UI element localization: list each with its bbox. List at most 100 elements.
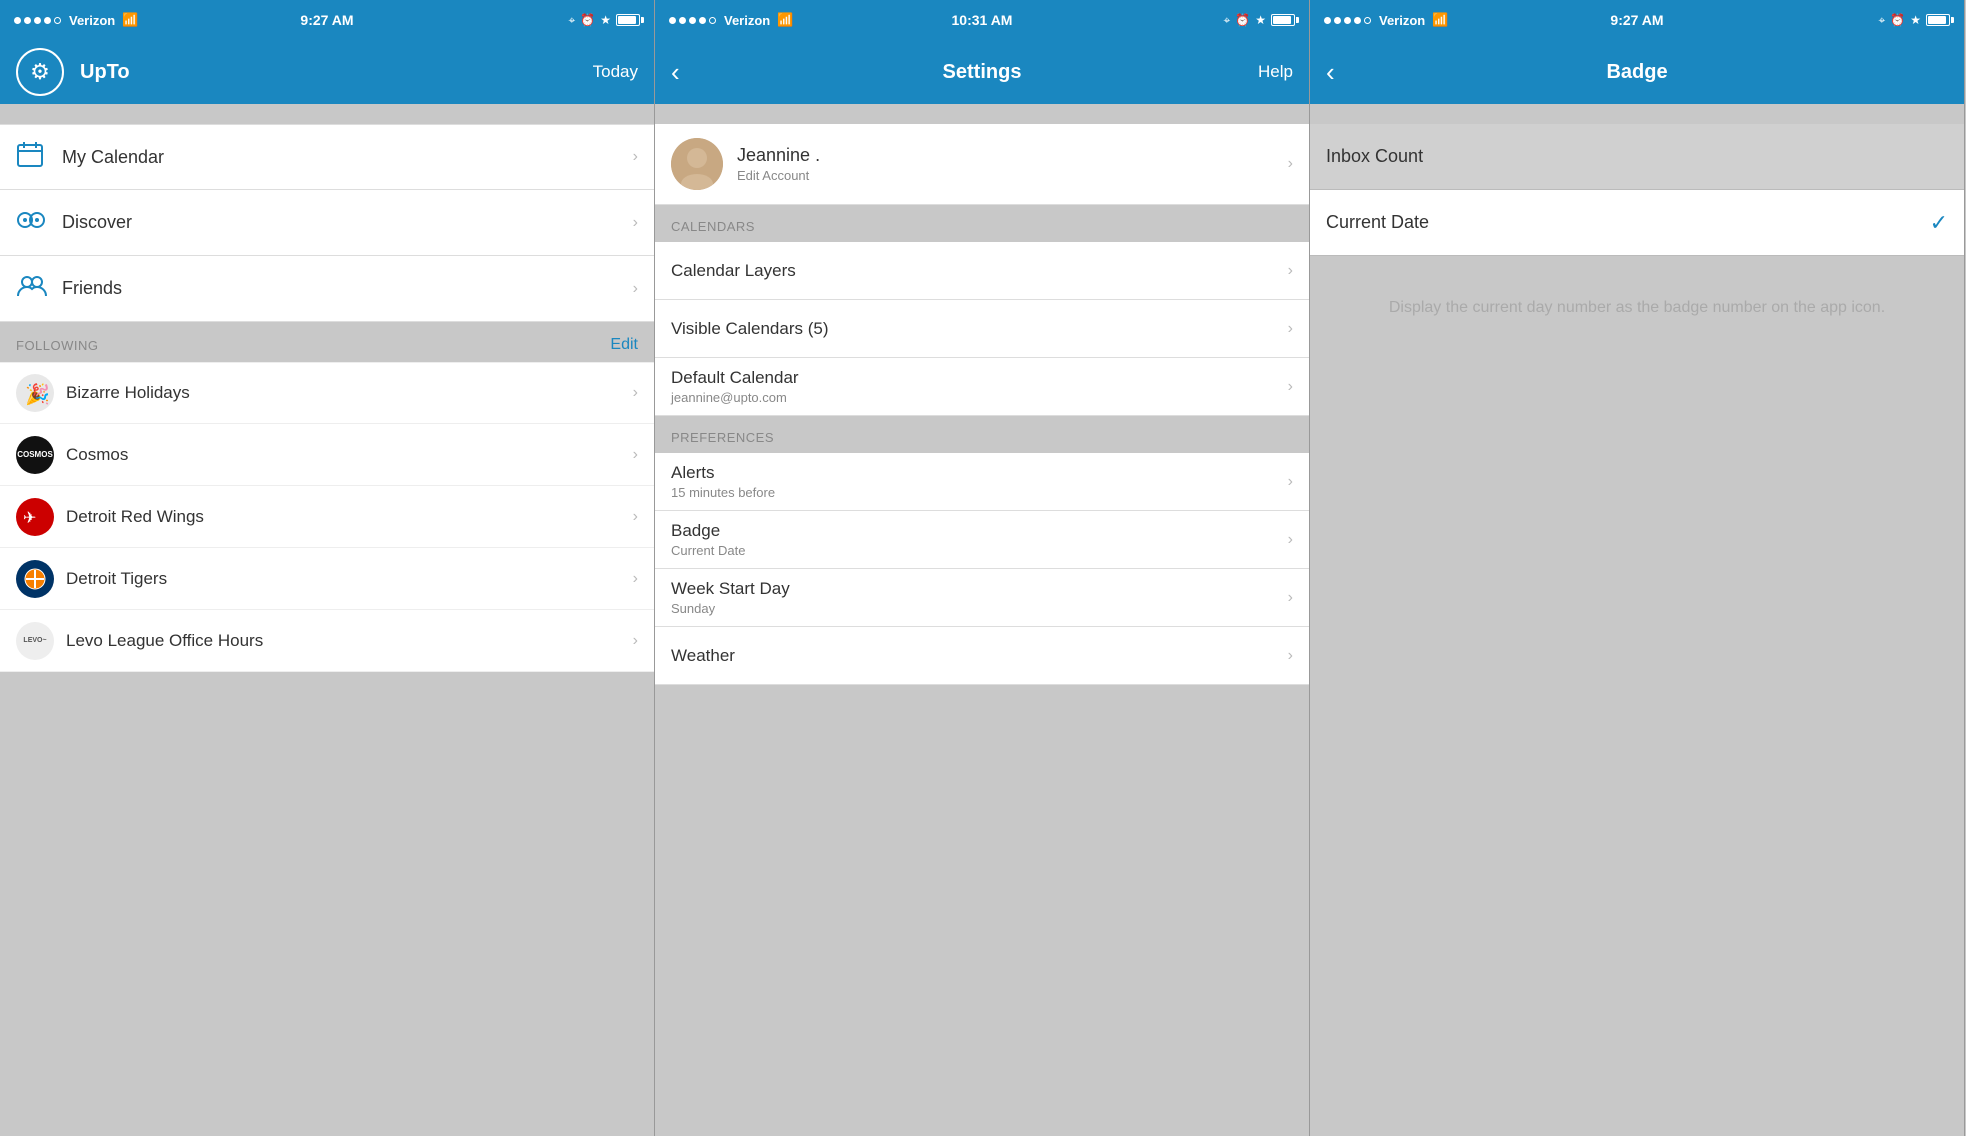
- battery-fill-p1: [618, 16, 636, 24]
- checkmark-icon: ✓: [1930, 210, 1948, 236]
- alarm-icon-p2: ⏰: [1235, 13, 1250, 27]
- follow-item-bizarre[interactable]: 🎉 Bizarre Holidays ›: [0, 362, 654, 424]
- following-list: 🎉 Bizarre Holidays › COSMOS Cosmos › ✈: [0, 362, 654, 672]
- default-calendar-content: Default Calendar jeannine@upto.com: [671, 368, 1288, 405]
- app-title: UpTo: [80, 61, 130, 84]
- left-status-p1: Verizon 📶: [14, 12, 138, 28]
- dot5: [54, 17, 61, 24]
- default-calendar-label: Default Calendar: [671, 368, 1288, 388]
- dot3-p3: [1344, 17, 1351, 24]
- status-bar-p1: Verizon 📶 9:27 AM ⌖ ⏰ ★: [0, 0, 654, 40]
- dot1: [14, 17, 21, 24]
- panel-upto-main: Verizon 📶 9:27 AM ⌖ ⏰ ★ ⚙ UpTo Today: [0, 0, 655, 1136]
- location-icon-p3: ⌖: [1879, 13, 1886, 28]
- weather-item[interactable]: Weather ›: [655, 627, 1309, 685]
- dot1-p2: [669, 17, 676, 24]
- chevron-week-start: ›: [1288, 589, 1293, 607]
- bluetooth-icon-p2: ★: [1255, 13, 1266, 27]
- user-name: Jeannine .: [737, 145, 1288, 166]
- dot2-p3: [1334, 17, 1341, 24]
- preferences-items: Alerts 15 minutes before › Badge Current…: [655, 453, 1309, 685]
- alarm-icon-p3: ⏰: [1890, 13, 1905, 27]
- right-status-p3: ⌖ ⏰ ★: [1879, 13, 1950, 28]
- calendar-layers-item[interactable]: Calendar Layers ›: [655, 242, 1309, 300]
- right-status-p2: ⌖ ⏰ ★: [1224, 13, 1295, 28]
- bluetooth-icon-p1: ★: [600, 13, 611, 27]
- calendar-layers-label: Calendar Layers: [671, 261, 1288, 281]
- time-p2: 10:31 AM: [952, 12, 1013, 28]
- chevron-tigers: ›: [633, 570, 638, 588]
- follow-item-cosmos[interactable]: COSMOS Cosmos ›: [0, 424, 654, 486]
- dot5-p3: [1364, 17, 1371, 24]
- left-status-p2: Verizon 📶: [669, 12, 793, 28]
- bluetooth-icon-p3: ★: [1910, 13, 1921, 27]
- friends-icon: [16, 275, 52, 303]
- chevron-user: ›: [1288, 155, 1293, 173]
- user-row[interactable]: Jeannine . Edit Account ›: [655, 124, 1309, 205]
- calendars-section-header: CALENDARS: [655, 205, 1309, 242]
- friends-item[interactable]: Friends ›: [0, 256, 654, 322]
- follow-item-red-wings[interactable]: ✈ Detroit Red Wings ›: [0, 486, 654, 548]
- calendar-icon: [16, 140, 52, 174]
- back-button-p2[interactable]: ‹: [671, 59, 680, 85]
- user-sub: Edit Account: [737, 168, 1288, 183]
- user-info: Jeannine . Edit Account: [737, 145, 1288, 183]
- avatar-bizarre: 🎉: [16, 374, 54, 412]
- nav-bar-p3: ‹ Badge: [1310, 40, 1964, 104]
- battery-fill-p3: [1928, 16, 1946, 24]
- chevron-discover: ›: [633, 214, 638, 232]
- time-p3: 9:27 AM: [1610, 12, 1663, 28]
- visible-calendars-label: Visible Calendars (5): [671, 319, 1288, 339]
- battery-p1: [616, 14, 640, 26]
- dot2-p2: [679, 17, 686, 24]
- chevron-badge: ›: [1288, 531, 1293, 549]
- follow-item-levo[interactable]: LEVO~ Levo League Office Hours ›: [0, 610, 654, 672]
- dot3-p2: [689, 17, 696, 24]
- main-content-p1: My Calendar › Discover ›: [0, 104, 654, 1136]
- avatar-detroit-rw: ✈: [16, 498, 54, 536]
- chevron-default-calendar: ›: [1288, 378, 1293, 396]
- chevron-weather: ›: [1288, 647, 1293, 665]
- dot2: [24, 17, 31, 24]
- nav-bar-p1: ⚙ UpTo Today: [0, 40, 654, 104]
- visible-calendars-content: Visible Calendars (5): [671, 319, 1288, 339]
- current-date-item[interactable]: Current Date ✓: [1310, 190, 1964, 256]
- chevron-bizarre: ›: [633, 384, 638, 402]
- badge-item-settings[interactable]: Badge Current Date ›: [655, 511, 1309, 569]
- alerts-content: Alerts 15 minutes before: [671, 463, 1288, 500]
- discover-item[interactable]: Discover ›: [0, 190, 654, 256]
- wifi-icon-p1: 📶: [122, 12, 138, 28]
- today-button[interactable]: Today: [593, 62, 638, 82]
- default-calendar-item[interactable]: Default Calendar jeannine@upto.com ›: [655, 358, 1309, 416]
- follow-item-tigers[interactable]: Detroit Tigers ›: [0, 548, 654, 610]
- battery-p3: [1926, 14, 1950, 26]
- wifi-icon-p3: 📶: [1432, 12, 1448, 28]
- status-bar-p2: Verizon 📶 10:31 AM ⌖ ⏰ ★: [655, 0, 1309, 40]
- alerts-item[interactable]: Alerts 15 minutes before ›: [655, 453, 1309, 511]
- panel-settings: Verizon 📶 10:31 AM ⌖ ⏰ ★ ‹ Settings Help: [655, 0, 1310, 1136]
- dot4: [44, 17, 51, 24]
- inbox-count-item[interactable]: Inbox Count: [1310, 124, 1964, 190]
- edit-button[interactable]: Edit: [610, 336, 638, 354]
- dot3: [34, 17, 41, 24]
- settings-content: Jeannine . Edit Account › CALENDARS Cale…: [655, 104, 1309, 1136]
- signal-dots: [14, 17, 61, 24]
- badge-description-text: Display the current day number as the ba…: [1389, 299, 1885, 316]
- back-button-p3[interactable]: ‹: [1326, 59, 1335, 85]
- preferences-section-header: PREFERENCES: [655, 416, 1309, 453]
- avatar-cosmos: COSMOS: [16, 436, 54, 474]
- badge-content: Badge Current Date: [671, 521, 1288, 558]
- calendars-items: Calendar Layers › Visible Calendars (5) …: [655, 242, 1309, 416]
- visible-calendars-item[interactable]: Visible Calendars (5) ›: [655, 300, 1309, 358]
- weather-content: Weather: [671, 646, 1288, 666]
- week-start-content: Week Start Day Sunday: [671, 579, 1288, 616]
- avatar-tigers: [16, 560, 54, 598]
- my-calendar-item[interactable]: My Calendar ›: [0, 124, 654, 190]
- dot4-p3: [1354, 17, 1361, 24]
- help-button[interactable]: Help: [1258, 62, 1293, 82]
- carrier-p3: Verizon: [1379, 13, 1425, 28]
- badge-label: Badge: [671, 521, 1288, 541]
- week-start-item[interactable]: Week Start Day Sunday ›: [655, 569, 1309, 627]
- gear-button[interactable]: ⚙: [16, 48, 64, 96]
- badge-sub: Current Date: [671, 543, 1288, 558]
